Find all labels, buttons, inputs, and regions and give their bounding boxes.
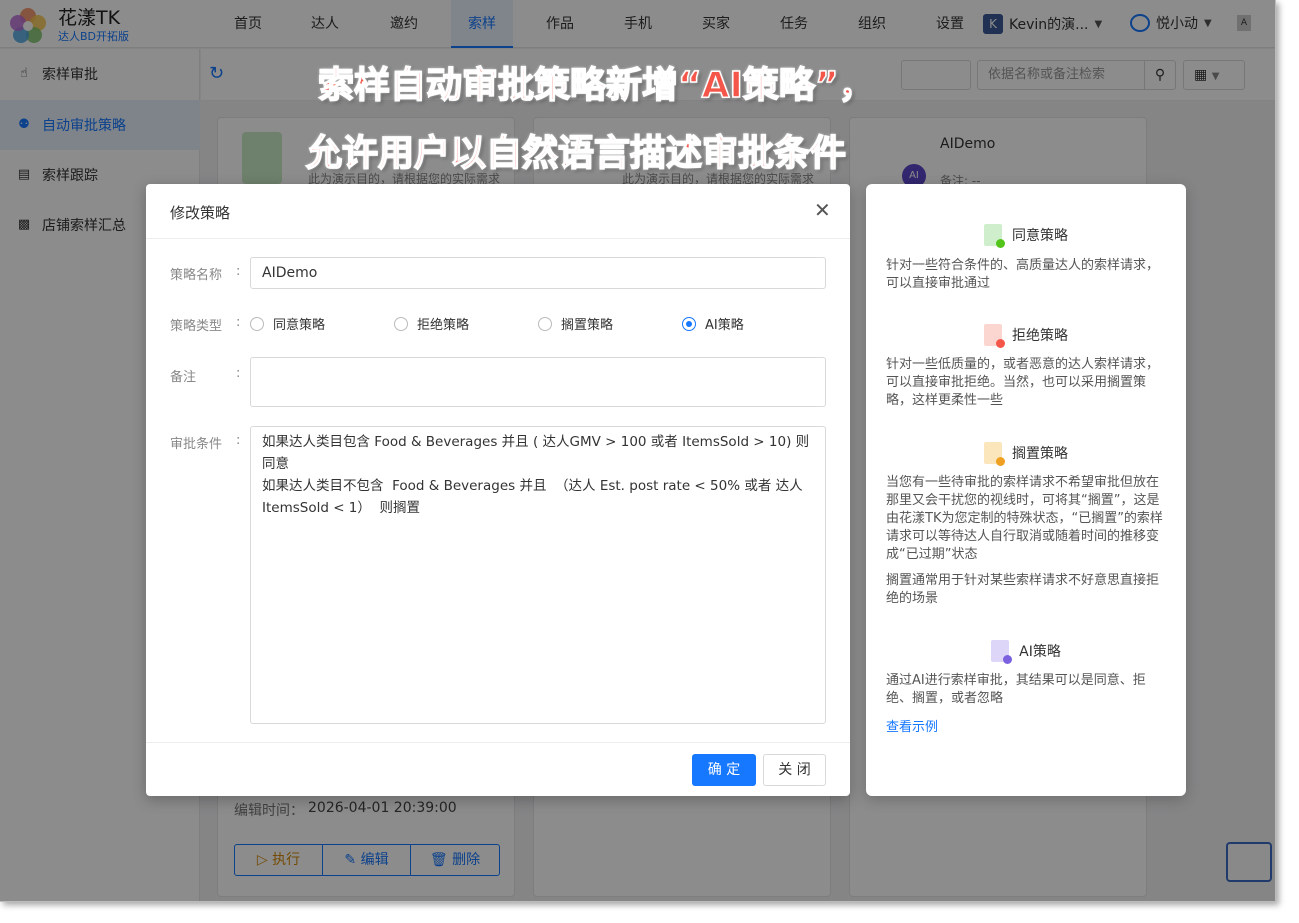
radio-approve[interactable]: 同意策略	[250, 314, 325, 333]
help-heading-hold: 搁置策略	[866, 442, 1186, 466]
help-text: 通过AI进行索样审批，其结果可以是同意、拒绝、搁置，或者忽略	[886, 673, 1146, 706]
radio-label: 搁置策略	[561, 318, 614, 333]
strategy-name-input[interactable]: AIDemo	[250, 257, 826, 289]
help-heading-ai: AI策略	[866, 640, 1186, 664]
divider	[146, 742, 850, 743]
label-colon: :	[236, 264, 241, 279]
radio-ai[interactable]: AI策略	[682, 314, 744, 333]
hold-doc-icon	[984, 442, 1005, 466]
confirm-button[interactable]: 确 定	[692, 754, 756, 786]
close-icon[interactable]: ✕	[814, 200, 831, 220]
help-heading-text: AI策略	[1019, 644, 1061, 660]
label-colon: :	[236, 433, 241, 448]
edit-strategy-dialog: 修改策略 ✕ 策略名称 : AIDemo 策略类型 : 同意策略 拒绝策略 搁置…	[146, 184, 850, 796]
radio-circle	[250, 316, 264, 331]
help-heading-text: 同意策略	[1012, 228, 1068, 244]
type-label: 策略类型	[170, 319, 223, 334]
view-example-link[interactable]: 查看示例	[886, 716, 938, 735]
help-text: 搁置通常用于针对某些索样请求不好意思直接拒绝的场景	[886, 573, 1160, 606]
approve-doc-icon	[984, 224, 1005, 248]
radio-label: 同意策略	[273, 318, 326, 333]
radio-label: 拒绝策略	[417, 318, 470, 333]
help-text: 当您有一些待审批的索样请求不希望审批但放在那里又会干扰您的视线时，可将其“搁置”…	[886, 475, 1163, 562]
radio-circle	[538, 316, 552, 331]
strategy-help-panel: 同意策略 针对一些符合条件的、高质量达人的索样请求，可以直接审批通过 拒绝策略 …	[866, 184, 1186, 796]
radio-label: AI策略	[705, 318, 744, 333]
name-label: 策略名称	[170, 268, 223, 283]
condition-label: 审批条件	[170, 437, 223, 452]
radio-reject[interactable]: 拒绝策略	[394, 314, 469, 333]
dialog-title: 修改策略	[170, 204, 231, 222]
radio-circle	[394, 316, 408, 331]
ai-doc-icon	[991, 640, 1013, 664]
help-text: 针对一些符合条件的、高质量达人的索样请求，可以直接审批通过	[886, 258, 1160, 291]
annotation-banner-line1: 索样自动审批策略新增“AI策略”，	[317, 64, 875, 107]
label-colon: :	[236, 315, 241, 330]
radio-hold[interactable]: 搁置策略	[538, 314, 613, 333]
condition-line: 如果达人类目包含 Food & Beverages 并且 ( 达人GMV > 1…	[262, 434, 810, 472]
remark-label: 备注	[170, 370, 197, 385]
condition-line: 如果达人类目不包含 Food & Beverages 并且 （达人 Est. p…	[262, 478, 807, 516]
radio-circle-selected	[682, 316, 696, 331]
app-window: 花漾TK 达人BD开拓版 首页 达人 邀约 索样 作品 手机 买家 任务 组织 …	[0, 0, 1276, 902]
help-heading-text: 搁置策略	[1012, 446, 1068, 462]
remark-textarea[interactable]	[250, 357, 826, 407]
annotation-banner-line2: 允许用户以自然语言描述审批条件	[305, 132, 847, 175]
label-colon: :	[236, 366, 241, 381]
help-heading-reject: 拒绝策略	[866, 324, 1186, 348]
divider	[146, 238, 850, 239]
help-heading-approve: 同意策略	[866, 224, 1186, 248]
condition-textarea[interactable]: 如果达人类目包含 Food & Beverages 并且 ( 达人GMV > 1…	[250, 426, 826, 724]
help-text: 针对一些低质量的，或者恶意的达人索样请求，可以直接审批拒绝。当然，也可以采用搁置…	[886, 357, 1160, 408]
help-heading-text: 拒绝策略	[1012, 328, 1068, 344]
close-button[interactable]: 关 闭	[763, 754, 826, 786]
reject-doc-icon	[984, 324, 1005, 348]
